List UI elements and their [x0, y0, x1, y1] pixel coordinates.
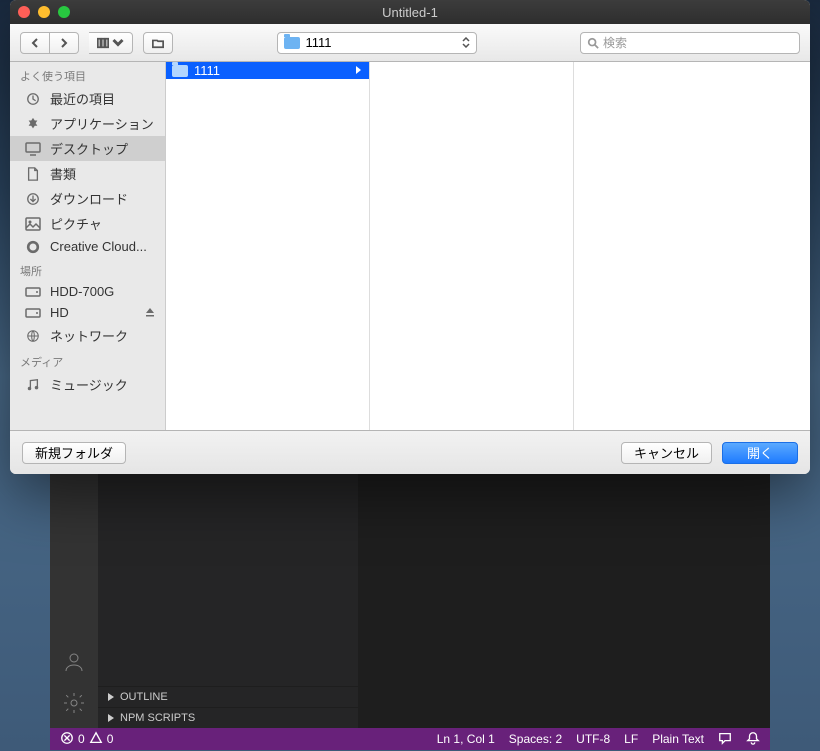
- sidebar-item-label: アプリケーション: [50, 114, 154, 133]
- sidebar-header: 場所: [10, 257, 165, 281]
- ln-col[interactable]: Ln 1, Col 1: [437, 732, 495, 746]
- column-2[interactable]: [574, 62, 778, 430]
- window-title: Untitled-1: [10, 5, 810, 20]
- titlebar: Untitled-1: [10, 0, 810, 24]
- file-browser: よく使う項目最近の項目アプリケーションデスクトップ書類ダウンロードピクチャ Cre…: [10, 62, 810, 430]
- apps-icon: [24, 117, 42, 131]
- open-dialog: Untitled-1 1111 検索 よく使う項目最近の項目アプリケーションデス…: [10, 0, 810, 474]
- language[interactable]: Plain Text: [652, 732, 704, 746]
- view-mode: [89, 32, 133, 54]
- path-popup[interactable]: 1111: [277, 32, 477, 54]
- dialog-footer: 新規フォルダ キャンセル 開く: [10, 430, 810, 474]
- sidebar-item[interactable]: HD: [10, 302, 165, 323]
- sidebar-item[interactable]: ネットワーク: [10, 323, 165, 348]
- hdd-icon: [24, 285, 42, 299]
- bell-icon[interactable]: [746, 731, 760, 748]
- folder-icon: [172, 65, 188, 77]
- sidebar-item[interactable]: 最近の項目: [10, 86, 165, 111]
- sidebar-header: よく使う項目: [10, 62, 165, 86]
- side-panel: OUTLINE NPM SCRIPTS: [98, 460, 358, 728]
- encoding[interactable]: UTF-8: [576, 732, 610, 746]
- errors-icon[interactable]: [60, 731, 74, 748]
- globe-icon: [24, 329, 42, 343]
- column-item[interactable]: 1111: [166, 62, 369, 79]
- accounts-icon[interactable]: [62, 650, 86, 679]
- warnings-icon[interactable]: [89, 731, 103, 748]
- search-field[interactable]: 検索: [580, 32, 800, 54]
- desktop-icon: [24, 142, 42, 156]
- picture-icon: [24, 217, 42, 231]
- doc-icon: [24, 167, 42, 181]
- sidebar-item[interactable]: アプリケーション: [10, 111, 165, 136]
- sidebar-item-label: 書類: [50, 164, 76, 183]
- eol[interactable]: LF: [624, 732, 638, 746]
- cc-icon: [24, 240, 42, 254]
- group-button[interactable]: [143, 32, 173, 54]
- activity-bar: [50, 460, 98, 728]
- sidebar-item-label: デスクトップ: [50, 139, 128, 158]
- search-icon: [587, 37, 599, 49]
- sidebar-header: メディア: [10, 348, 165, 372]
- sidebar-item-label: HDD-700G: [50, 284, 114, 299]
- dialog-toolbar: 1111 検索: [10, 24, 810, 62]
- warnings-count[interactable]: 0: [107, 732, 114, 746]
- npm-label: NPM SCRIPTS: [120, 712, 195, 724]
- download-icon: [24, 192, 42, 206]
- sidebar-item[interactable]: ピクチャ: [10, 211, 165, 236]
- column-item-label: 1111: [194, 63, 220, 78]
- path-label: 1111: [306, 35, 332, 50]
- column-1[interactable]: [370, 62, 574, 430]
- folder-icon: [284, 37, 300, 49]
- sidebar-item-label: ピクチャ: [50, 214, 102, 233]
- open-button[interactable]: 開く: [722, 442, 798, 464]
- sidebar-item-label: ネットワーク: [50, 326, 128, 345]
- editor-window: OUTLINE NPM SCRIPTS 0 0 Ln 1, Col 1 Spac…: [50, 460, 770, 750]
- sidebar-item-label: Creative Cloud...: [50, 239, 147, 254]
- sidebar-item[interactable]: HDD-700G: [10, 281, 165, 302]
- clock-icon: [24, 92, 42, 106]
- sidebar: よく使う項目最近の項目アプリケーションデスクトップ書類ダウンロードピクチャ Cre…: [10, 62, 166, 430]
- chevron-updown-icon: [462, 37, 470, 48]
- hdd-icon: [24, 306, 42, 320]
- sidebar-item[interactable]: Creative Cloud...: [10, 236, 165, 257]
- column-view-button[interactable]: [89, 32, 133, 54]
- eject-icon[interactable]: [145, 305, 155, 320]
- nav-back-forward: [20, 32, 79, 54]
- sidebar-item[interactable]: 書類: [10, 161, 165, 186]
- errors-count[interactable]: 0: [78, 732, 85, 746]
- sidebar-item[interactable]: ミュージック: [10, 372, 165, 397]
- status-bar: 0 0 Ln 1, Col 1 Spaces: 2 UTF-8 LF Plain…: [50, 728, 770, 750]
- editor-area[interactable]: [358, 460, 770, 728]
- search-placeholder: 検索: [603, 34, 627, 51]
- sidebar-item[interactable]: ダウンロード: [10, 186, 165, 211]
- outline-section[interactable]: OUTLINE: [98, 686, 358, 707]
- feedback-icon[interactable]: [718, 731, 732, 748]
- forward-button[interactable]: [50, 32, 79, 54]
- music-icon: [24, 378, 42, 392]
- outline-label: OUTLINE: [120, 691, 168, 703]
- sidebar-item[interactable]: デスクトップ: [10, 136, 165, 161]
- back-button[interactable]: [20, 32, 50, 54]
- column-0[interactable]: 1111: [166, 62, 370, 430]
- new-folder-button[interactable]: 新規フォルダ: [22, 442, 126, 464]
- sidebar-item-label: 最近の項目: [50, 89, 115, 108]
- npm-scripts-section[interactable]: NPM SCRIPTS: [98, 707, 358, 728]
- spaces[interactable]: Spaces: 2: [509, 732, 562, 746]
- sidebar-item-label: ダウンロード: [50, 189, 128, 208]
- chevron-right-icon: [355, 63, 363, 78]
- sidebar-item-label: HD: [50, 305, 69, 320]
- sidebar-item-label: ミュージック: [50, 375, 128, 394]
- cancel-button[interactable]: キャンセル: [621, 442, 712, 464]
- settings-gear-icon[interactable]: [62, 691, 86, 720]
